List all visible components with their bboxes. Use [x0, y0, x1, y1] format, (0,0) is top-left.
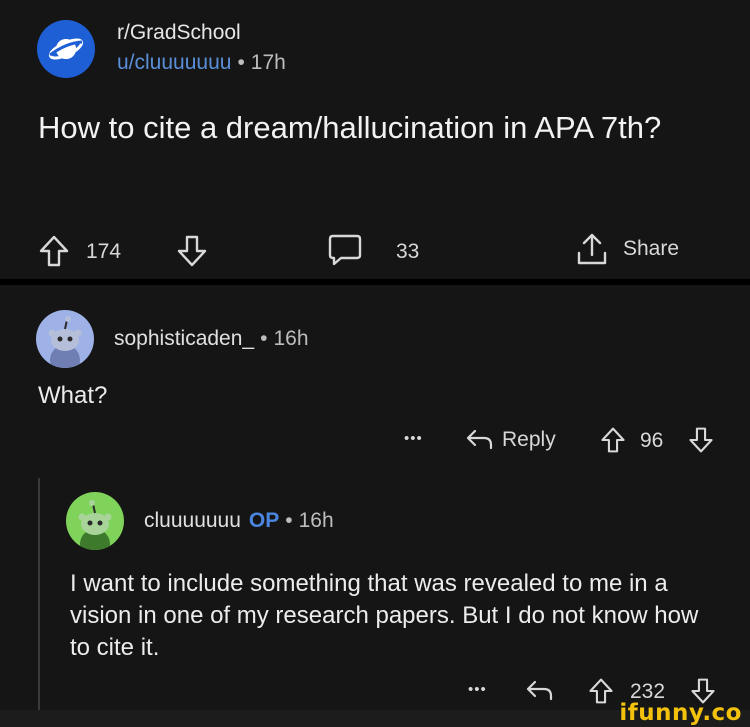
section-divider — [0, 279, 750, 285]
post-comment-count: 33 — [396, 240, 420, 263]
reply-arrow-icon — [526, 680, 553, 701]
downvote-button[interactable] — [176, 234, 208, 268]
post-header: r/GradSchool u/cluuuuuuu • 17h — [37, 20, 286, 78]
reply-button[interactable] — [524, 677, 554, 705]
reply-arrow-icon — [466, 429, 493, 450]
comments-button[interactable] — [327, 232, 363, 268]
share-button[interactable]: Share — [575, 231, 679, 267]
downvote-button[interactable] — [688, 426, 714, 454]
subreddit-name[interactable]: r/GradSchool — [117, 21, 286, 45]
upvote-button[interactable] — [38, 234, 70, 268]
post-time: 17h — [250, 51, 286, 74]
snoo-avatar-icon — [78, 500, 112, 550]
post-vote-count: 174 — [86, 240, 122, 263]
post-title[interactable]: How to cite a dream/hallucination in APA… — [38, 108, 728, 147]
upvote-button[interactable] — [600, 426, 626, 454]
comment-time: 16h — [298, 509, 334, 532]
downvote-arrow-icon — [689, 427, 713, 453]
share-icon — [577, 233, 607, 265]
planet-icon[interactable] — [37, 20, 95, 78]
avatar[interactable] — [66, 492, 124, 550]
comment-actions: ••• Reply 96 — [404, 424, 724, 460]
comment-header: cluuuuuuu OP • 16h — [66, 492, 334, 550]
comment-author[interactable]: cluuuuuuu — [144, 509, 241, 533]
more-options-button[interactable]: ••• — [468, 681, 487, 698]
upvote-arrow-icon — [601, 427, 625, 453]
thread-line[interactable] — [38, 478, 40, 713]
downvote-arrow-icon — [177, 235, 207, 267]
avatar[interactable] — [36, 310, 94, 368]
comment-header: sophisticaden_ • 16h — [36, 310, 309, 368]
ifunny-watermark: ifunny.co — [619, 700, 742, 726]
reply-button[interactable]: Reply — [464, 426, 556, 454]
snoo-avatar-icon — [48, 316, 82, 368]
share-label: Share — [623, 237, 680, 260]
byline-separator: • — [285, 509, 293, 532]
comment-time: 16h — [273, 327, 309, 350]
comment-vote-count: 96 — [640, 429, 664, 452]
post-actions-bar: 174 33 Share — [38, 228, 703, 276]
reply-label: Reply — [502, 428, 556, 451]
upvote-arrow-icon — [589, 678, 613, 704]
op-badge: OP — [248, 509, 280, 532]
post-author-link[interactable]: u/cluuuuuuu — [117, 51, 231, 74]
upvote-arrow-icon — [39, 235, 69, 267]
byline-separator: • — [260, 327, 268, 350]
comment-body: What? — [38, 382, 108, 409]
comment-bubble-icon — [328, 234, 362, 266]
upvote-button[interactable] — [588, 677, 614, 705]
comment-body: I want to include something that was rev… — [70, 570, 699, 661]
byline-separator: • — [237, 51, 245, 74]
comment-author[interactable]: sophisticaden_ — [114, 327, 254, 351]
more-options-button[interactable]: ••• — [404, 430, 423, 447]
